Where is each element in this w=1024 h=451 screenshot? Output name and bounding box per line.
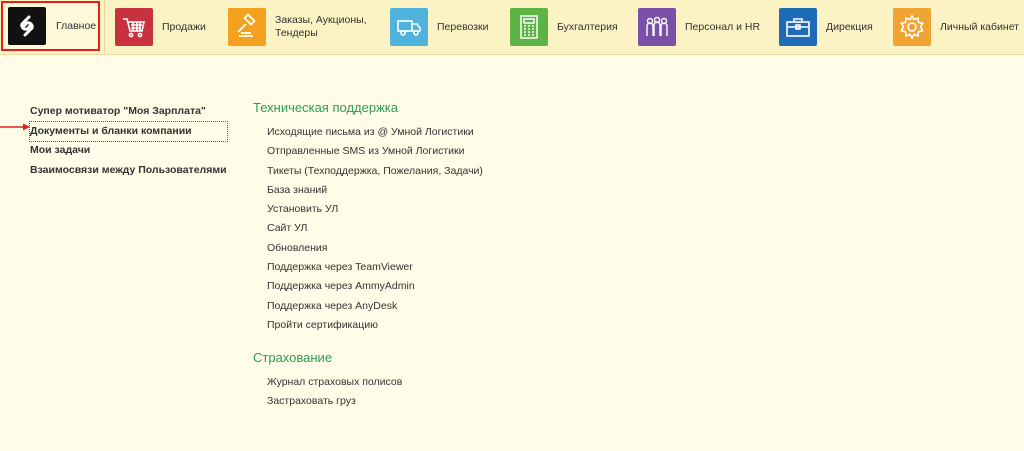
link-super-motivator[interactable]: Супер мотиватор "Моя Зарплата" <box>30 102 227 122</box>
nav-label-orders: Заказы, Аукционы, Тендеры <box>275 14 367 39</box>
link-user-relations[interactable]: Взаимосвязи между Пользователями <box>30 161 227 181</box>
insurance-section-title: Страхование <box>253 350 333 365</box>
pointer-arrow-icon <box>0 123 30 131</box>
nav-item-accounting[interactable]: Бухгалтерия <box>510 0 657 54</box>
calculator-icon <box>510 8 548 46</box>
support-link[interactable]: Установить УЛ <box>267 200 483 219</box>
link-company-documents[interactable]: Документы и бланки компании <box>29 120 228 142</box>
support-section-title: Техническая поддержка <box>253 100 398 115</box>
nav-item-home[interactable]: Главное <box>1 1 100 51</box>
nav-label-home: Главное <box>56 19 97 32</box>
support-link[interactable]: Сайт УЛ <box>267 219 483 238</box>
support-link[interactable]: Поддержка через TeamViewer <box>267 258 483 277</box>
people-icon <box>638 8 676 46</box>
insurance-link[interactable]: Застраховать груз <box>267 392 402 411</box>
nav-item-hr[interactable]: Персонал и HR <box>638 0 785 54</box>
support-link[interactable]: Отправленные SMS из Умной Логистики <box>267 142 483 161</box>
support-link[interactable]: Тикеты (Техподдержка, Пожелания, Задачи) <box>267 162 483 181</box>
support-link[interactable]: Поддержка через AnyDesk <box>267 297 483 316</box>
top-navigation-bar: Главное Продажи Заказы, Аукционы, Тендер… <box>0 0 1024 55</box>
nav-label-hr: Персонал и HR <box>685 20 761 33</box>
support-link[interactable]: Исходящие письма из @ Умной Логистики <box>267 123 483 142</box>
gavel-icon <box>228 8 266 46</box>
support-link[interactable]: Обновления <box>267 239 483 258</box>
nav-item-orders[interactable]: Заказы, Аукционы, Тендеры <box>228 0 375 54</box>
insurance-section: Страхование Журнал страховых полисов Зас… <box>253 350 402 412</box>
support-link[interactable]: Пройти сертификацию <box>267 316 483 335</box>
link-my-tasks[interactable]: Мои задачи <box>30 141 227 161</box>
brand-logo-icon <box>8 7 46 45</box>
support-section: Техническая поддержка Исходящие письма и… <box>253 100 483 335</box>
support-link[interactable]: База знаний <box>267 181 483 200</box>
nav-label-account: Личный кабинет <box>940 20 1019 33</box>
shopping-cart-icon <box>115 8 153 46</box>
insurance-link[interactable]: Журнал страховых полисов <box>267 373 402 392</box>
nav-divider <box>104 0 105 54</box>
left-links-panel: Супер мотиватор "Моя Зарплата" Документы… <box>29 102 228 181</box>
briefcase-icon <box>779 8 817 46</box>
nav-item-account[interactable]: Личный кабинет <box>893 0 1024 54</box>
support-link[interactable]: Поддержка через AmmyAdmin <box>267 277 483 296</box>
truck-icon <box>390 8 428 46</box>
gear-icon <box>893 8 931 46</box>
